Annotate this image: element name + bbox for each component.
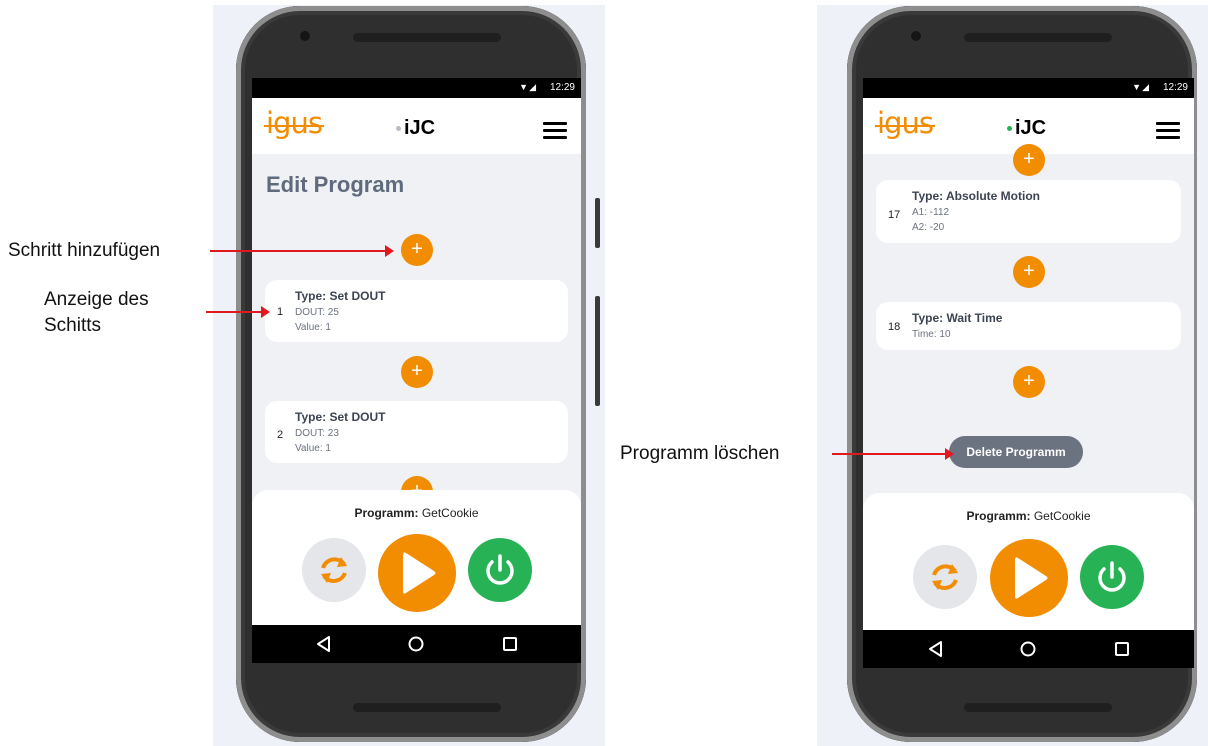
annotation-delete-program: Programm löschen [620,443,780,464]
program-control-panel: Programm: GetCookie [252,490,581,634]
add-step-button[interactable]: + [401,234,433,266]
phone-screen: ▼◢ 12:29 igus iJC + 17 Type: Absolute Mo… [863,78,1194,668]
program-label: Programm: GetCookie [252,506,581,520]
play-icon [403,552,436,594]
program-label-key: Programm: [966,509,1031,523]
annotation-show-step-line2: Schitts [44,315,102,336]
step-number: 18 [888,321,901,333]
back-icon[interactable] [315,635,333,653]
android-nav-bar [863,630,1194,668]
step-card[interactable]: 17 Type: Absolute Motion A1: -112 A2: -2… [876,180,1181,243]
recents-icon[interactable] [1113,640,1131,658]
reload-icon [932,564,958,590]
step-detail: Value: 1 [295,443,331,454]
power-icon [486,554,514,585]
igus-logo[interactable]: igus [875,106,935,140]
hamburger-menu-icon[interactable] [543,122,567,139]
reload-button[interactable] [913,545,977,609]
recents-icon[interactable] [501,635,519,653]
annotation-add-step: Schritt hinzufügen [8,240,161,261]
step-detail: Time: 10 [912,329,951,340]
earpiece [353,33,501,42]
status-bar: ▼◢ 12:29 [863,78,1194,98]
home-icon[interactable] [407,635,425,653]
ijc-label: iJC [1015,117,1047,139]
program-name: GetCookie [1033,509,1091,523]
annotation-arrow [832,448,954,460]
annotation-show-step-line1: Anzeige des [44,289,149,310]
step-type: Type: Wait Time [912,311,1003,325]
power-button[interactable] [468,538,532,602]
reload-icon [321,557,347,583]
back-icon[interactable] [927,640,945,658]
add-step-button[interactable]: + [1013,366,1045,398]
step-card[interactable]: 18 Type: Wait Time Time: 10 [876,302,1181,350]
step-type: Type: Absolute Motion [912,189,1040,203]
annotation-arrow [210,245,394,257]
page-title: Edit Program [266,172,405,197]
step-detail: A2: -20 [912,222,945,233]
step-number: 1 [277,306,284,318]
play-icon [1015,557,1048,599]
bottom-speaker [353,703,501,712]
igus-logo[interactable]: igus [264,106,324,140]
add-step-button[interactable]: + [401,356,433,388]
delete-program-button[interactable]: Delete Programm [949,436,1083,468]
add-step-button[interactable]: + [1013,256,1045,288]
ijc-dot-icon [396,126,401,132]
reload-button[interactable] [302,538,366,602]
earpiece [964,33,1112,42]
bottom-speaker [964,703,1112,712]
status-time: 12:29 [1162,82,1188,93]
play-button[interactable] [990,539,1068,617]
program-name: GetCookie [421,506,479,520]
camera-icon [300,31,310,41]
ijc-logo: iJC [396,117,435,140]
program-label-key: Programm: [354,506,419,520]
step-number: 17 [888,209,901,221]
status-time: 12:29 [549,82,575,93]
step-type: Type: Set DOUT [295,289,386,303]
program-label: Programm: GetCookie [863,509,1194,523]
power-button[interactable] [1080,545,1144,609]
volume-key [595,198,600,248]
hamburger-menu-icon[interactable] [1156,122,1180,139]
android-nav-bar [252,625,581,663]
phone-screen: ▼◢ 12:29 igus iJC Edit Program + 1 Type:… [252,78,581,663]
step-card[interactable]: 1 Type: Set DOUT DOUT: 25 Value: 1 [265,280,568,342]
signal-icon: ▼◢ [519,82,537,92]
program-control-panel: Programm: GetCookie [863,493,1194,637]
ijc-logo: iJC [1007,117,1046,140]
step-detail: Value: 1 [295,322,331,333]
status-bar: ▼◢ 12:29 [252,78,581,98]
power-icon [1098,561,1126,592]
step-type: Type: Set DOUT [295,410,386,424]
add-step-button[interactable]: + [1013,144,1045,176]
step-card[interactable]: 2 Type: Set DOUT DOUT: 23 Value: 1 [265,401,568,463]
app-header: igus iJC [252,98,581,154]
annotation-arrow [206,306,270,318]
step-detail: A1: -112 [912,207,950,218]
step-detail: DOUT: 23 [295,428,339,439]
step-number: 2 [277,429,284,441]
home-icon[interactable] [1019,640,1037,658]
step-detail: DOUT: 25 [295,307,339,318]
ijc-dot-icon [1007,126,1012,132]
camera-icon [911,31,921,41]
power-key [595,296,600,406]
ijc-label: iJC [404,117,436,139]
signal-icon: ▼◢ [1132,82,1150,92]
play-button[interactable] [378,534,456,612]
annotation-show-step: Anzeige des Schitts [44,287,149,339]
